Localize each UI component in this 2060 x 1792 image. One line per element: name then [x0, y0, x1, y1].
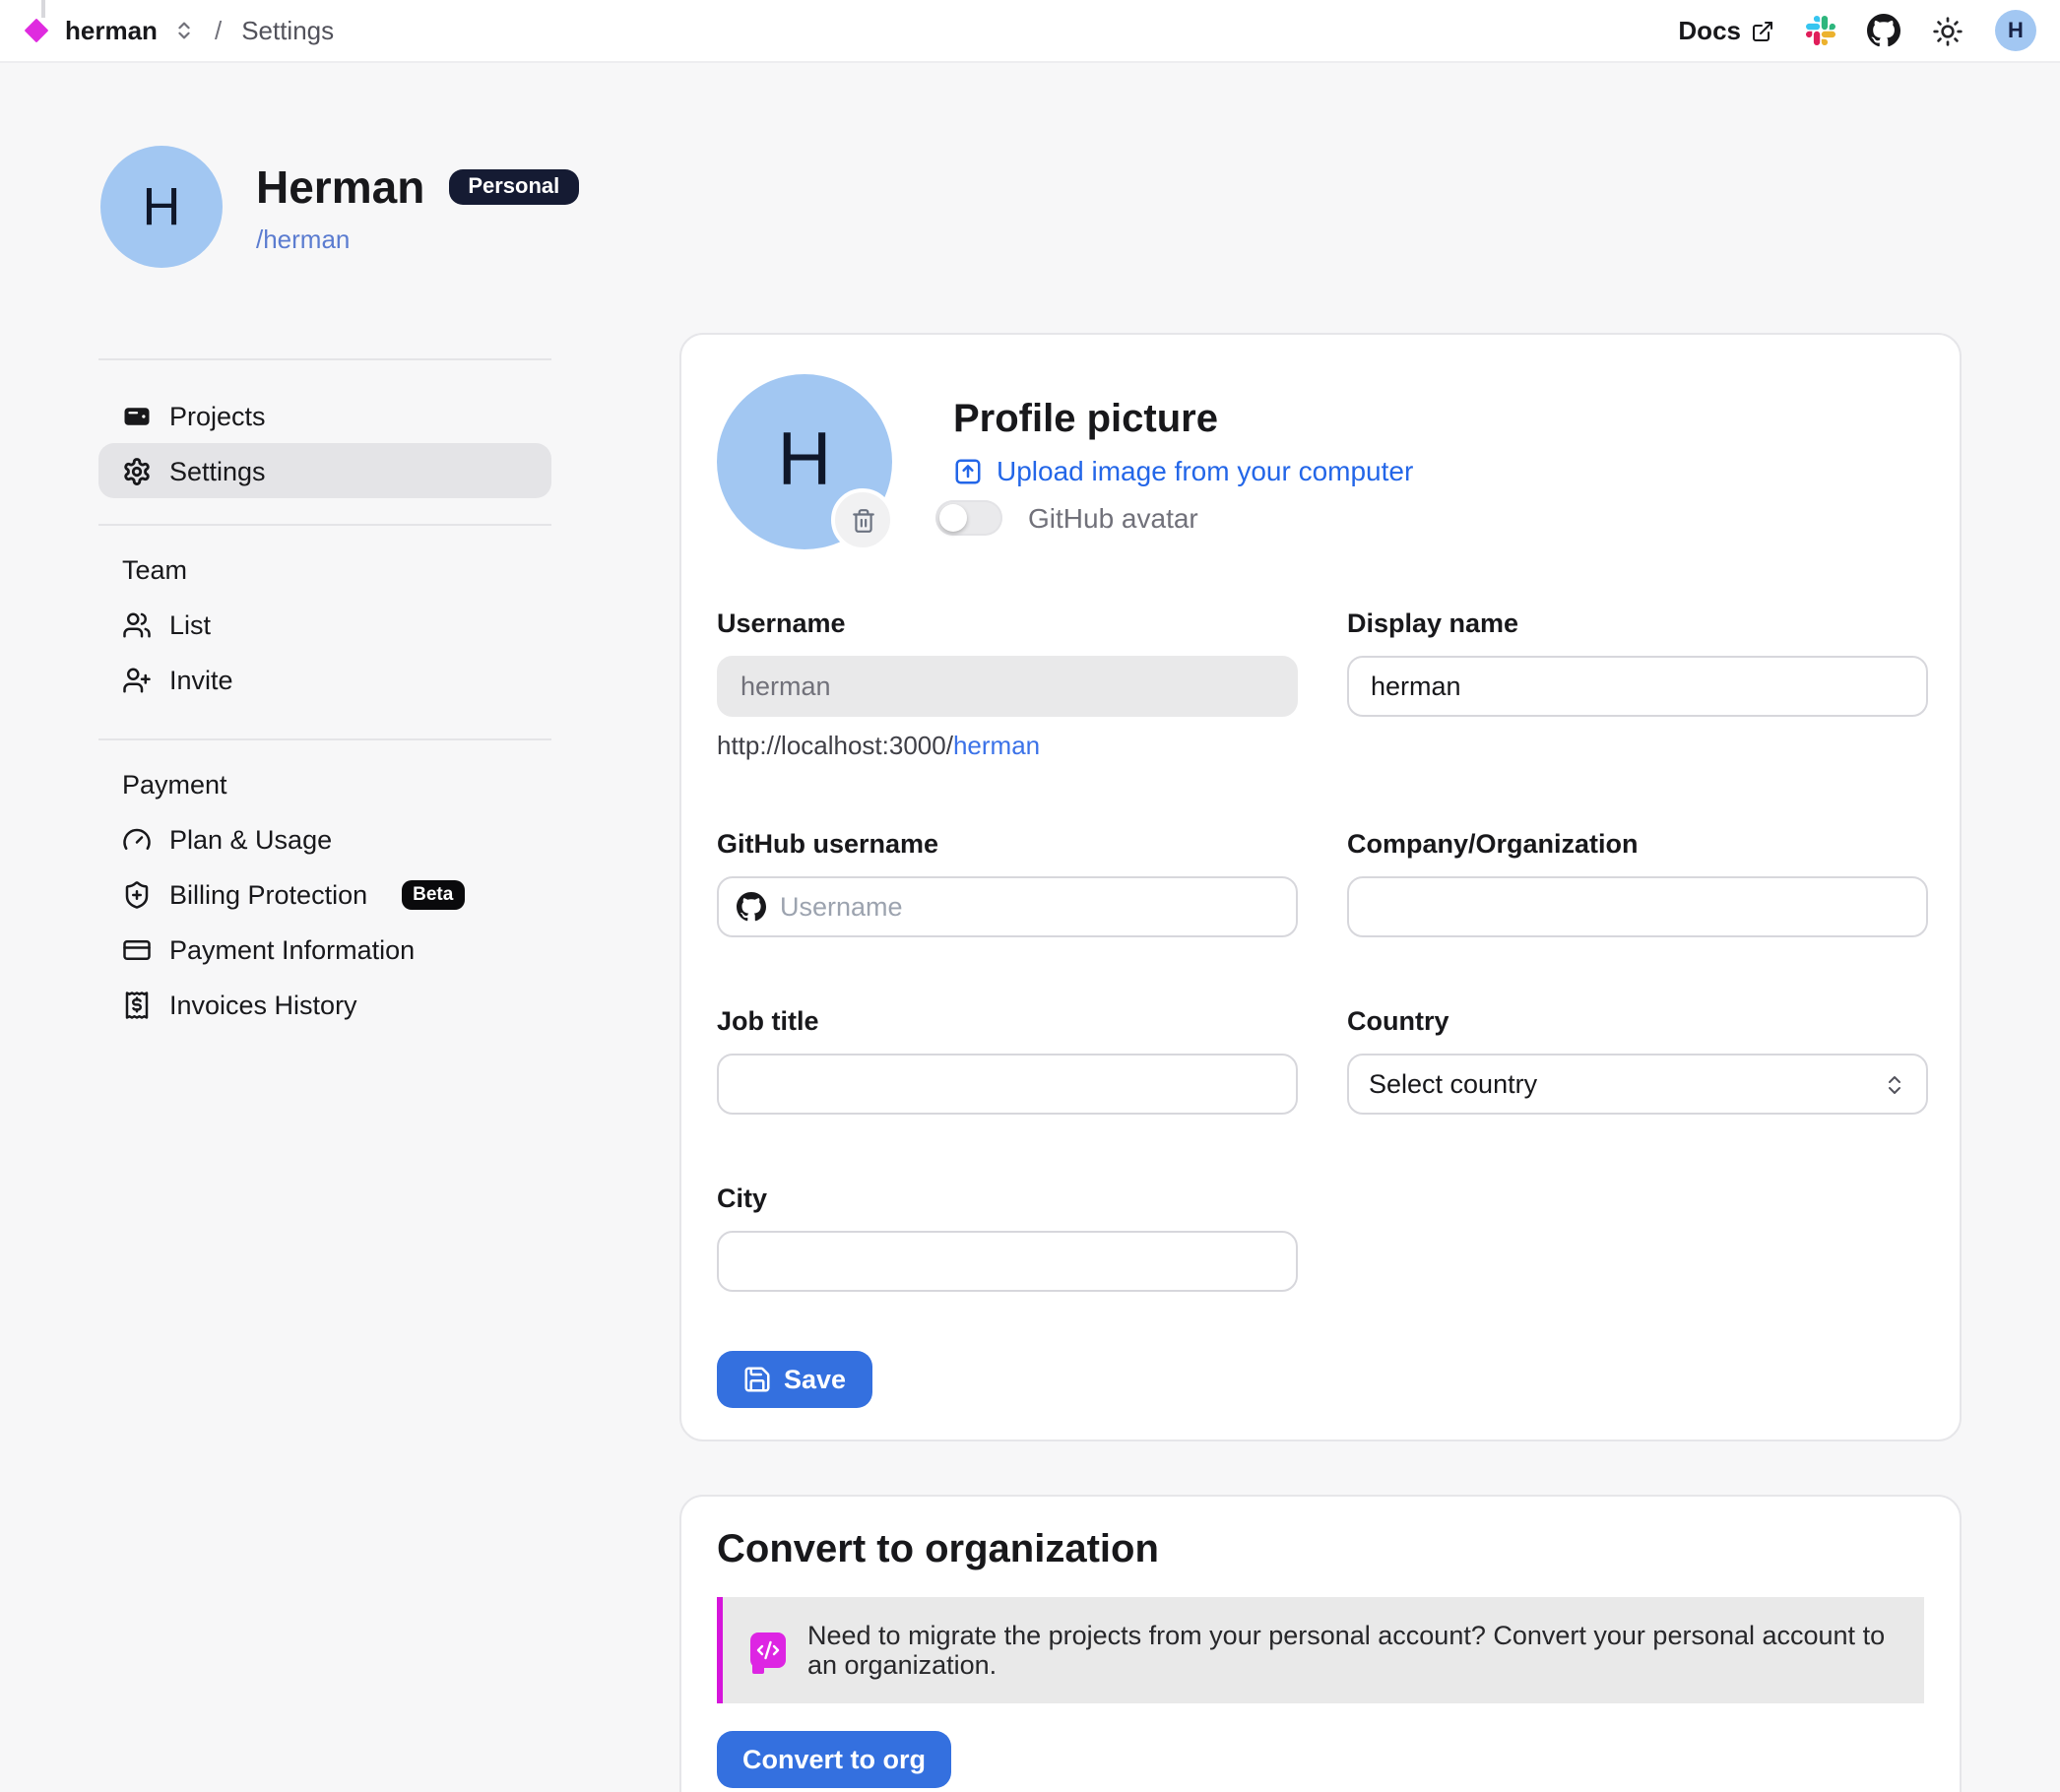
sidebar-item-label: Billing Protection: [169, 879, 367, 909]
sidebar-item-payment-information[interactable]: Payment Information: [98, 922, 551, 977]
team-diamond-icon: [24, 18, 49, 43]
personal-badge: Personal: [448, 169, 579, 205]
users-icon: [122, 609, 152, 639]
convert-to-org-label: Convert to org: [742, 1745, 926, 1774]
sidebar-item-team-list[interactable]: List: [98, 597, 551, 652]
sidebar-divider: [98, 738, 551, 740]
sidebar-item-invoices-history[interactable]: Invoices History: [98, 977, 551, 1032]
breadcrumb-current: Settings: [241, 16, 334, 45]
github-avatar-toggle-label: GitHub avatar: [1028, 502, 1198, 534]
profile-handle-link[interactable]: /herman: [256, 224, 579, 253]
external-link-icon: [1751, 19, 1774, 42]
sidebar-item-label: Plan & Usage: [169, 824, 332, 854]
city-label: City: [717, 1184, 1298, 1213]
save-icon: [742, 1365, 772, 1394]
profile-avatar: H: [100, 146, 223, 268]
topbar-notch: [41, 0, 44, 18]
team-selector[interactable]: herman: [65, 16, 158, 45]
sidebar-item-plan-usage[interactable]: Plan & Usage: [98, 811, 551, 866]
country-select-value: Select country: [1369, 1069, 1537, 1099]
display-name-input[interactable]: [1347, 656, 1928, 717]
github-icon[interactable]: [1867, 14, 1900, 47]
chevrons-up-down-icon[interactable]: [173, 20, 195, 41]
sidebar-section-team: Team: [98, 555, 551, 585]
topbar: herman / Settings Docs: [0, 0, 2060, 63]
github-username-label: GitHub username: [717, 829, 1298, 859]
github-input-icon: [737, 892, 766, 922]
city-input[interactable]: [717, 1231, 1298, 1292]
country-label: Country: [1347, 1006, 1928, 1036]
shield-plus-icon: [122, 879, 152, 909]
username-input[interactable]: [717, 656, 1298, 717]
gauge-icon: [122, 824, 152, 854]
upload-image-link[interactable]: Upload image from your computer: [953, 455, 1413, 486]
convert-to-organization-card: Convert to organization Need to migrate …: [679, 1495, 1962, 1792]
sidebar-item-settings[interactable]: Settings: [98, 443, 551, 498]
profile-settings-card: H Profile picture U: [679, 333, 1962, 1441]
beta-badge: Beta: [401, 879, 465, 909]
slack-icon[interactable]: [1806, 16, 1835, 45]
sidebar-item-label: Invoices History: [169, 990, 357, 1019]
profile-picture-title: Profile picture: [953, 398, 1413, 443]
sidebar-item-label: Payment Information: [169, 934, 415, 964]
profile-header: H Herman Personal /herman: [100, 146, 2060, 268]
github-avatar-toggle[interactable]: [935, 500, 1002, 536]
avatar-initial: H: [778, 419, 832, 504]
job-title-label: Job title: [717, 1006, 1298, 1036]
sidebar-item-label: Projects: [169, 401, 266, 430]
breadcrumb-separator: /: [215, 16, 222, 45]
user-avatar[interactable]: H: [1995, 10, 2036, 51]
convert-info-banner: Need to migrate the projects from your p…: [717, 1597, 1924, 1703]
profile-url-link[interactable]: herman: [953, 731, 1040, 760]
theme-sun-icon[interactable]: [1932, 15, 1963, 46]
sidebar-divider: [98, 358, 551, 360]
sidebar-section-payment: Payment: [98, 770, 551, 800]
app-window: herman / Settings Docs: [0, 0, 2060, 1792]
chevrons-up-down-icon: [1883, 1072, 1906, 1096]
save-button[interactable]: Save: [717, 1351, 871, 1408]
wallet-icon: [122, 401, 152, 430]
sidebar-item-label: Invite: [169, 665, 233, 694]
upload-image-label: Upload image from your computer: [997, 455, 1413, 486]
sidebar: Projects Settings Team List: [98, 333, 551, 1032]
delete-avatar-button[interactable]: [831, 488, 894, 551]
toggle-knob: [939, 504, 967, 532]
convert-to-org-button[interactable]: Convert to org: [717, 1731, 951, 1788]
trash-icon: [850, 507, 875, 533]
sidebar-item-team-invite[interactable]: Invite: [98, 652, 551, 707]
company-input[interactable]: [1347, 876, 1928, 937]
profile-url-prefix: http://localhost:3000/: [717, 731, 953, 760]
sidebar-item-projects[interactable]: Projects: [98, 388, 551, 443]
gear-icon: [122, 456, 152, 485]
convert-card-title: Convert to organization: [717, 1528, 1924, 1573]
convert-banner-message: Need to migrate the projects from your p…: [807, 1621, 1897, 1680]
github-username-input[interactable]: [717, 876, 1298, 937]
docs-label: Docs: [1678, 16, 1741, 45]
sidebar-divider: [98, 524, 551, 526]
company-label: Company/Organization: [1347, 829, 1928, 859]
display-name-label: Display name: [1347, 608, 1928, 638]
credit-card-icon: [122, 934, 152, 964]
topbar-actions: Docs H: [1678, 10, 2036, 51]
receipt-icon: [122, 990, 152, 1019]
country-select[interactable]: Select country: [1347, 1054, 1928, 1115]
profile-name: Herman: [256, 160, 424, 214]
user-plus-icon: [122, 665, 152, 694]
profile-picture-avatar: H: [717, 374, 892, 549]
save-button-label: Save: [784, 1365, 846, 1394]
sidebar-item-billing-protection[interactable]: Billing Protection Beta: [98, 866, 551, 922]
job-title-input[interactable]: [717, 1054, 1298, 1115]
upload-image-icon: [953, 456, 983, 485]
username-label: Username: [717, 608, 1298, 638]
sidebar-item-label: List: [169, 609, 211, 639]
profile-url: http://localhost:3000/herman: [717, 731, 1298, 760]
code-icon: [750, 1632, 786, 1668]
sidebar-item-label: Settings: [169, 456, 266, 485]
docs-link[interactable]: Docs: [1678, 16, 1774, 45]
